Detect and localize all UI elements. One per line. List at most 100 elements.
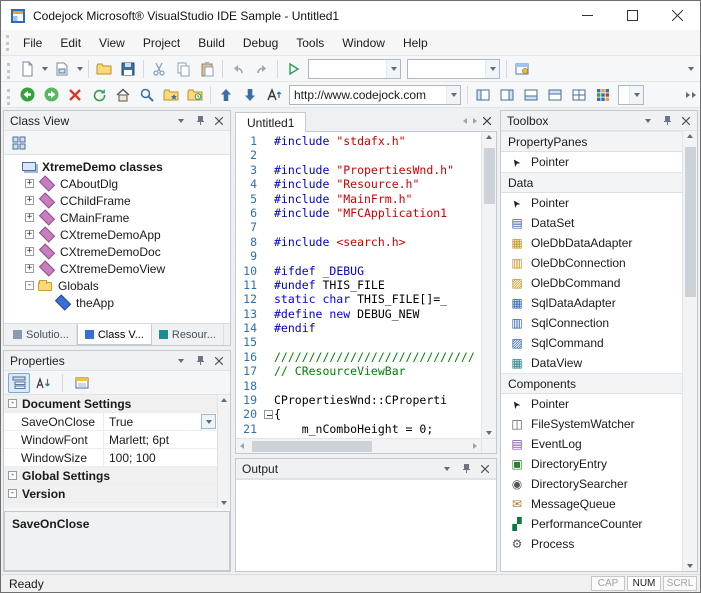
address-dropdown[interactable] (446, 86, 460, 104)
classview-group-button[interactable] (8, 133, 30, 153)
property-row-windowfont[interactable]: WindowFontMarlett; 6pt (4, 431, 217, 449)
output-menu-button[interactable] (439, 462, 455, 476)
properties-menu-button[interactable] (173, 354, 189, 368)
code-editor[interactable]: 1#include "stdafx.h"23#include "Properti… (236, 132, 481, 438)
property-category-global-settings[interactable]: -Global Settings (4, 467, 217, 485)
toolbox-item-sqlcommand[interactable]: ▨SqlCommand (501, 333, 682, 353)
move-up-button[interactable] (214, 84, 238, 106)
menu-item-project[interactable]: Project (134, 30, 189, 55)
editor-vertical-scrollbar[interactable] (481, 132, 496, 438)
fold-collapse-icon[interactable] (264, 410, 273, 419)
toolbox-caption[interactable]: Toolbox (501, 111, 697, 131)
move-down-button[interactable] (238, 84, 262, 106)
toolbar-combo-2[interactable] (407, 59, 500, 79)
font-size-button[interactable] (262, 84, 286, 106)
toolbox-item-pointer[interactable]: ➤Pointer (501, 152, 682, 172)
property-row-saveonclose[interactable]: SaveOnCloseTrue (4, 413, 217, 431)
panel-layout-left-button[interactable] (471, 84, 495, 106)
scrollbar-thumb[interactable] (685, 147, 696, 297)
favorites-button[interactable] (159, 84, 183, 106)
output-pin-button[interactable] (458, 462, 474, 476)
panel-layout-split-button[interactable] (567, 84, 591, 106)
menu-item-build[interactable]: Build (189, 30, 234, 55)
expand-plus-icon[interactable]: + (25, 179, 34, 188)
properties-pin-button[interactable] (192, 354, 208, 368)
address-combo[interactable]: http://www.codejock.com (289, 85, 461, 105)
expand-plus-icon[interactable]: + (25, 213, 34, 222)
zoom-combo[interactable] (618, 85, 644, 105)
customize-grid-button[interactable] (591, 84, 615, 106)
toolbox-item-directoryentry[interactable]: ▣DirectoryEntry (501, 454, 682, 474)
classview-caption[interactable]: Class View (4, 111, 230, 131)
refresh-button[interactable] (87, 84, 111, 106)
tree-item-cxtremedemoapp[interactable]: +CXtremeDemoApp (4, 226, 230, 243)
menu-item-file[interactable]: File (14, 30, 51, 55)
search-button[interactable] (135, 84, 159, 106)
tree-item-cxtremedemoview[interactable]: +CXtremeDemoView (4, 260, 230, 277)
home-button[interactable] (111, 84, 135, 106)
menu-item-tools[interactable]: Tools (287, 30, 333, 55)
toolbox-item-pointer[interactable]: ➤Pointer (501, 394, 682, 414)
toolbar-combo-1[interactable] (308, 59, 401, 79)
menu-grip[interactable] (6, 35, 9, 51)
expand-minus-icon[interactable]: - (8, 471, 17, 480)
toolbar-overflow-button[interactable] (684, 84, 697, 106)
history-button[interactable] (183, 84, 207, 106)
toolbox-item-pointer[interactable]: ➤Pointer (501, 193, 682, 213)
standard-toolbar-grip[interactable] (7, 63, 10, 79)
tree-item-caboutdlg[interactable]: +CAboutDlg (4, 175, 230, 192)
toolbox-item-filesystemwatcher[interactable]: ◫FileSystemWatcher (501, 414, 682, 434)
toolbox-item-eventlog[interactable]: ▤EventLog (501, 434, 682, 454)
property-value[interactable]: Marlett; 6pt (104, 431, 217, 448)
toolbox-group-data[interactable]: Data (501, 172, 682, 193)
toolbox-item-performancecounter[interactable]: ▞PerformanceCounter (501, 514, 682, 534)
undo-button[interactable] (226, 58, 250, 80)
property-value[interactable]: True (104, 413, 217, 430)
web-toolbar-grip[interactable] (7, 89, 10, 105)
properties-scrollbar[interactable] (217, 395, 230, 508)
categorized-button[interactable] (8, 373, 30, 393)
tab-scroll-right-icon[interactable] (473, 118, 477, 124)
zoom-combo-dropdown[interactable] (629, 86, 643, 104)
toolbox-item-dataset[interactable]: ▤DataSet (501, 213, 682, 233)
editor-horizontal-scrollbar[interactable] (236, 439, 481, 453)
menu-item-edit[interactable]: Edit (51, 30, 90, 55)
new-project-dropdown[interactable] (74, 58, 85, 80)
save-button[interactable] (116, 58, 140, 80)
property-category-version[interactable]: -Version (4, 485, 217, 503)
cut-button[interactable] (147, 58, 171, 80)
expand-plus-icon[interactable]: + (25, 264, 34, 273)
run-button[interactable] (281, 58, 305, 80)
property-category-document-settings[interactable]: -Document Settings (4, 395, 217, 413)
properties-close-button[interactable] (211, 354, 227, 368)
scrollbar-thumb[interactable] (484, 148, 495, 204)
tree-item-globals[interactable]: -Globals (4, 277, 230, 294)
toolbar-overflow-button[interactable] (684, 58, 697, 80)
menu-item-view[interactable]: View (90, 30, 134, 55)
toolbox-item-dataview[interactable]: ▦DataView (501, 353, 682, 373)
toolbox-close-button[interactable] (678, 114, 694, 128)
title-bar[interactable]: Codejock Microsoft® VisualStudio IDE Sam… (1, 1, 700, 30)
options-button[interactable] (510, 58, 534, 80)
new-file-dropdown[interactable] (39, 58, 50, 80)
toolbox-item-oledbcommand[interactable]: ▨OleDbCommand (501, 273, 682, 293)
tab-scroll-left-icon[interactable] (463, 118, 467, 124)
copy-button[interactable] (171, 58, 195, 80)
menu-item-debug[interactable]: Debug (234, 30, 287, 55)
classview-close-button[interactable] (211, 114, 227, 128)
output-close-button[interactable] (477, 462, 493, 476)
panel-layout-top-button[interactable] (543, 84, 567, 106)
paste-button[interactable] (195, 58, 219, 80)
toolbox-item-oledbconnection[interactable]: ▥OleDbConnection (501, 253, 682, 273)
menu-item-help[interactable]: Help (394, 30, 437, 55)
property-value[interactable]: 100; 100 (104, 449, 217, 466)
expand-minus-icon[interactable]: - (25, 281, 34, 290)
minimize-button[interactable] (565, 1, 610, 30)
new-project-button[interactable] (50, 58, 74, 80)
property-value-dropdown[interactable] (201, 414, 216, 429)
toolbox-scrollbar[interactable] (682, 131, 697, 571)
toolbox-item-directorysearcher[interactable]: ◉DirectorySearcher (501, 474, 682, 494)
menu-item-window[interactable]: Window (333, 30, 394, 55)
tab-untitled1[interactable]: Untitled1 (235, 112, 306, 132)
output-caption[interactable]: Output (236, 459, 496, 479)
